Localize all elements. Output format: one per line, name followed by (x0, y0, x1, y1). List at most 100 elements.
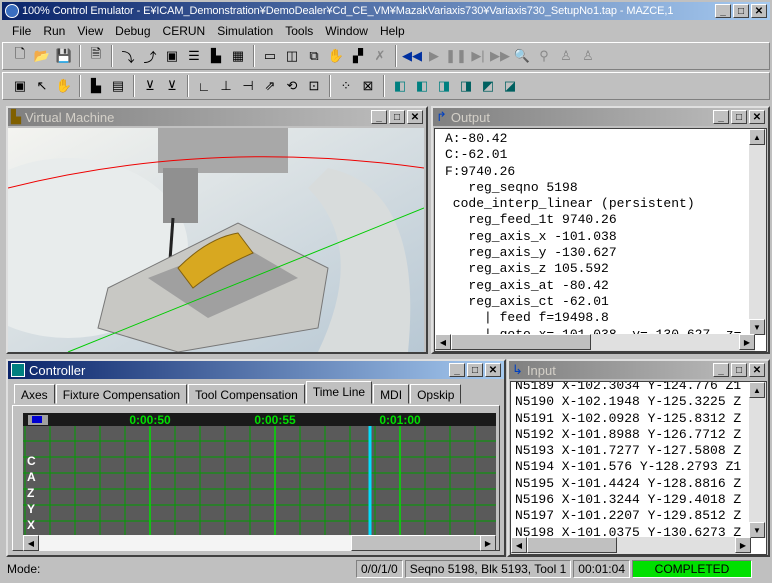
output-list-icon[interactable]: ☰ (183, 45, 205, 67)
print-preview-icon[interactable]: 🗎 (85, 45, 107, 67)
cube-6-icon[interactable]: ◪ (499, 75, 521, 97)
controller-minimize-button[interactable]: _ (449, 363, 465, 377)
controller-maximize-button[interactable]: □ (467, 363, 483, 377)
tab-tool-compensation[interactable]: Tool Compensation (188, 384, 305, 404)
scroll-up-arrow[interactable]: ▲ (749, 382, 765, 398)
save-icon[interactable]: 💾 (53, 45, 75, 67)
tab-axes[interactable]: Axes (14, 384, 55, 404)
scroll-left-arrow[interactable]: ◀ (511, 537, 527, 553)
rotate-icon[interactable]: ⟲ (281, 75, 303, 97)
step-icon[interactable]: ▶| (467, 45, 489, 67)
scroll-down-arrow[interactable]: ▼ (749, 319, 765, 335)
window-c-icon[interactable]: ⧉ (303, 45, 325, 67)
controller-panel-icon[interactable]: ▦ (227, 45, 249, 67)
timeline-hscrollbar[interactable]: ◀ ▶ (23, 535, 496, 551)
view-side-icon[interactable]: ⊣ (237, 75, 259, 97)
layer-icon[interactable]: ▤ (107, 75, 129, 97)
input-maximize-button[interactable]: □ (731, 363, 747, 377)
window-b-icon[interactable]: ◫ (281, 45, 303, 67)
timeline-chart[interactable]: 0:00:50 0:00:55 0:01:00 CAZYX (23, 413, 496, 535)
output-close-button[interactable]: ✕ (749, 110, 765, 124)
menu-window[interactable]: Window (319, 24, 374, 38)
pause-icon[interactable]: ❚❚ (445, 45, 467, 67)
axes-icon[interactable]: ⇗ (259, 75, 281, 97)
new-file-icon[interactable]: 🗋 (9, 45, 31, 67)
inspect-icon[interactable]: 🔍 (511, 45, 533, 67)
rewind-icon[interactable]: ◀◀ (401, 45, 423, 67)
output-text-area[interactable]: A:-80.42 C:-62.01 F:9740.26 reg_seqno 5198… (434, 128, 767, 352)
zoom-fit-icon[interactable]: ⊡ (303, 75, 325, 97)
vm-close-button[interactable]: ✕ (407, 110, 423, 124)
tool-red-icon[interactable]: ⊻ (139, 75, 161, 97)
binoculars-icon[interactable]: ⚲ (533, 45, 555, 67)
scroll-right-arrow[interactable]: ▶ (735, 537, 751, 553)
close-button[interactable]: ✕ (751, 4, 767, 18)
timeline-scroll-thumb[interactable] (351, 535, 481, 551)
output-line: reg_axis_y -130.627 (445, 245, 617, 261)
scroll-left-arrow[interactable]: ◀ (435, 334, 451, 350)
cube-4-icon[interactable]: ◨ (455, 75, 477, 97)
output-hscrollbar[interactable]: ◀ ▶ (435, 334, 755, 351)
menu-simulation[interactable]: Simulation (211, 24, 279, 38)
step-out-icon[interactable]: ⤴ (139, 45, 161, 67)
input-text-area[interactable]: N5189 X-102.3034 Y-124.776 Z1 N5190 X-102… (510, 381, 767, 555)
vm-minimize-button[interactable]: _ (371, 110, 387, 124)
tab-fixture-compensation[interactable]: Fixture Compensation (55, 384, 188, 404)
open-folder-icon[interactable]: 📂 (31, 45, 53, 67)
output-minimize-button[interactable]: _ (713, 110, 729, 124)
user-b-icon[interactable]: ♙ (577, 45, 599, 67)
input-close-button[interactable]: ✕ (749, 363, 765, 377)
fast-forward-icon[interactable]: ▶▶ (489, 45, 511, 67)
machine-window-icon[interactable]: ▣ (161, 45, 183, 67)
tab-mdi[interactable]: MDI (373, 384, 410, 404)
output-line: | feed f=19498.8 (445, 310, 609, 326)
blocks-icon[interactable]: ▞ (347, 45, 369, 67)
tool-green-icon[interactable]: ⊻ (161, 75, 183, 97)
output-vscrollbar[interactable]: ▲ ▼ (749, 129, 766, 335)
3d-viewport[interactable] (8, 128, 424, 352)
disabled-x-icon[interactable]: ✗ (369, 45, 391, 67)
cube-3-icon[interactable]: ◨ (433, 75, 455, 97)
maximize-button[interactable]: □ (733, 4, 749, 18)
timeline-scroll-right[interactable]: ▶ (480, 535, 496, 551)
tab-time-line[interactable]: Time Line (305, 381, 373, 404)
menu-file[interactable]: File (6, 24, 37, 38)
input-minimize-button[interactable]: _ (713, 363, 729, 377)
scroll-thumb[interactable] (451, 334, 591, 350)
camera-icon[interactable]: ▣ (9, 75, 31, 97)
menu-help[interactable]: Help (374, 24, 411, 38)
menu-run[interactable]: Run (37, 24, 71, 38)
cube-5-icon[interactable]: ◩ (477, 75, 499, 97)
vm-maximize-button[interactable]: □ (389, 110, 405, 124)
scroll-down-arrow[interactable]: ▼ (749, 522, 765, 538)
scroll-right-arrow[interactable]: ▶ (739, 334, 755, 350)
step-in-icon[interactable]: ⤵ (117, 45, 139, 67)
pointer-icon[interactable]: ↖ (31, 75, 53, 97)
center-icon[interactable]: ⊠ (357, 75, 379, 97)
hand-icon[interactable]: ✋ (325, 45, 347, 67)
cube-1-icon[interactable]: ◧ (389, 75, 411, 97)
play-icon[interactable]: ▶ (423, 45, 445, 67)
input-hscrollbar[interactable]: ◀ ▶ (511, 537, 751, 554)
grid-icon[interactable]: ⁘ (335, 75, 357, 97)
menu-cerun[interactable]: CERUN (157, 24, 212, 38)
scroll-thumb[interactable] (527, 537, 617, 553)
view-iso-icon[interactable]: ∟ (193, 75, 215, 97)
scroll-up-arrow[interactable]: ▲ (749, 129, 765, 145)
menu-view[interactable]: View (71, 24, 109, 38)
hand-alt-icon[interactable]: ✋ (53, 75, 75, 97)
minimize-button[interactable]: _ (715, 4, 731, 18)
tab-opskip[interactable]: Opskip (410, 384, 462, 404)
machine-tool-icon[interactable]: ▙ (205, 45, 227, 67)
user-a-icon[interactable]: ♙ (555, 45, 577, 67)
output-maximize-button[interactable]: □ (731, 110, 747, 124)
input-vscrollbar[interactable]: ▲ ▼ (749, 382, 766, 538)
menu-tools[interactable]: Tools (279, 24, 319, 38)
machine-tool-icon[interactable]: ▙ (85, 75, 107, 97)
view-front-icon[interactable]: ⊥ (215, 75, 237, 97)
controller-close-button[interactable]: ✕ (485, 363, 501, 377)
cube-2-icon[interactable]: ◧ (411, 75, 433, 97)
menu-debug[interactable]: Debug (109, 24, 156, 38)
window-a-icon[interactable]: ▭ (259, 45, 281, 67)
timeline-scroll-left[interactable]: ◀ (23, 535, 39, 551)
